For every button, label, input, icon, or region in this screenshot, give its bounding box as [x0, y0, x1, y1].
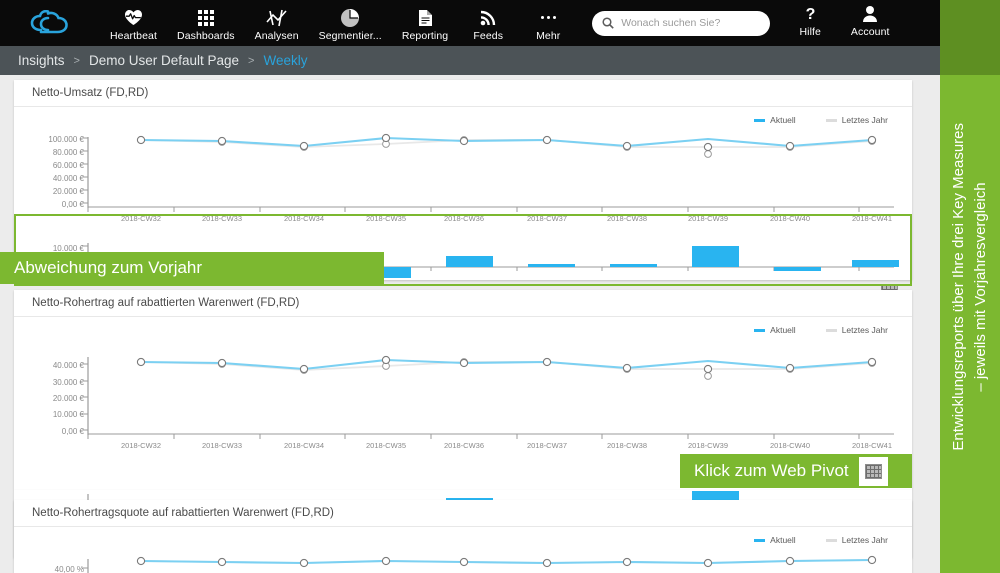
nav-right-items: ? Hilfe Account	[780, 4, 900, 42]
nav-item-label: Heartbeat	[110, 30, 158, 42]
x-tick-label: 2018-CW32	[120, 441, 162, 450]
x-tick-label: 2018-CW39	[687, 441, 729, 450]
breadcrumb-item-insights[interactable]: Insights	[18, 53, 65, 68]
x-tick-label: 2018-CW41	[851, 441, 893, 450]
side-panel-text: Entwicklungsreports über Ihre drei Key M…	[950, 122, 989, 451]
chart-netto-rohertragsquote[interactable]: Aktuell Letztes Jahr 40,00 %	[14, 527, 912, 573]
x-tick-label: 2018-CW41	[851, 214, 893, 223]
panel-title: Netto-Umsatz (FD,RD)	[14, 80, 912, 107]
ellipsis-icon	[540, 8, 556, 27]
search-input[interactable]	[621, 17, 761, 29]
nav-item-feeds[interactable]: Feeds	[458, 8, 518, 46]
x-tick-label: 2018-CW37	[526, 214, 568, 223]
nav-item-label: Mehr	[536, 30, 561, 42]
breadcrumb-separator: >	[248, 54, 255, 67]
x-tick-label: 2018-CW34	[283, 214, 325, 223]
side-panel-text-wrap: Entwicklungsreports über Ihre drei Key M…	[940, 0, 1000, 573]
pivot-callout-button[interactable]	[858, 456, 888, 486]
deviation-callout-label: Abweichung zum Vorjahr	[14, 258, 203, 277]
x-tick-label: 2018-CW40	[769, 441, 811, 450]
panel-title: Netto-Rohertrag auf rabattierten Warenwe…	[14, 290, 912, 317]
nav-item-label: Feeds	[473, 30, 504, 42]
nav-item-label: Dashboards	[177, 30, 235, 42]
nav-item-mehr[interactable]: Mehr	[518, 8, 578, 46]
nav-item-account[interactable]: Account	[840, 4, 900, 42]
nav-item-dashboards[interactable]: Dashboards	[167, 8, 245, 46]
x-tick-label: 2018-CW33	[201, 214, 243, 223]
nav-item-analysen[interactable]: Analysen	[245, 8, 309, 46]
breadcrumb-item-weekly[interactable]: Weekly	[263, 53, 307, 68]
deviation-callout[interactable]: Abweichung zum Vorjahr	[0, 252, 384, 284]
question-mark-icon: ?	[804, 4, 817, 23]
dashboard-scroll-area[interactable]: Netto-Umsatz (FD,RD) Aktuell Letztes Jah…	[0, 75, 940, 573]
breadcrumb-separator: >	[73, 54, 80, 67]
x-tick-label: 2018-CW32	[120, 214, 162, 223]
svg-text:?: ?	[805, 6, 815, 23]
x-tick-label: 2018-CW35	[365, 441, 407, 450]
x-tick-label: 2018-CW34	[283, 441, 325, 450]
panel-title: Netto-Rohertragsquote auf rabattierten W…	[14, 500, 912, 527]
app-root: Heartbeat Dashboards Analysen Segmentier…	[0, 0, 1000, 573]
x-tick-label: 2018-CW38	[606, 214, 648, 223]
rss-icon	[480, 8, 496, 27]
nav-item-heartbeat[interactable]: Heartbeat	[100, 8, 167, 46]
search-icon	[602, 17, 615, 29]
pie-chart-icon	[341, 8, 360, 27]
panel-netto-umsatz: Netto-Umsatz (FD,RD) Aktuell Letztes Jah…	[14, 80, 912, 299]
panel-netto-rohertragsquote: Netto-Rohertragsquote auf rabattierten W…	[14, 500, 912, 573]
annotation-side-panel: Entwicklungsreports über Ihre drei Key M…	[940, 0, 1000, 573]
top-navigation-bar: Heartbeat Dashboards Analysen Segmentier…	[0, 0, 940, 46]
nav-item-label: Account	[850, 26, 890, 38]
pivot-callout-label: Klick zum Web Pivot	[694, 461, 849, 480]
x-tick-label: 2018-CW36	[443, 441, 485, 450]
x-tick-label: 2018-CW40	[769, 214, 811, 223]
nav-item-label: Reporting	[401, 30, 449, 42]
nav-item-label: Segmentier...	[318, 30, 382, 42]
x-tick-label: 2018-CW33	[201, 441, 243, 450]
x-tick-label: 2018-CW36	[443, 214, 485, 223]
x-tick-label: 2018-CW38	[606, 441, 648, 450]
x-tick-label: 2018-CW35	[365, 214, 407, 223]
primary-nav-items: Heartbeat Dashboards Analysen Segmentier…	[100, 0, 578, 46]
user-icon	[862, 4, 878, 23]
x-tick-label: 2018-CW37	[526, 441, 568, 450]
nav-item-label: Hilfe	[799, 26, 821, 38]
x-tick-label: 2018-CW39	[687, 214, 729, 223]
breadcrumb-item-demo-user-default-page[interactable]: Demo User Default Page	[89, 53, 239, 68]
nav-item-label: Analysen	[254, 30, 299, 42]
line-plot-svg	[82, 555, 877, 573]
nav-item-hilfe[interactable]: ? Hilfe	[780, 4, 840, 42]
cloud-logo-icon[interactable]	[0, 10, 100, 36]
heartbeat-icon	[124, 8, 143, 27]
grid-icon	[197, 8, 214, 27]
line-chart-icon	[266, 8, 288, 27]
nav-item-segmentierung[interactable]: Segmentier...	[309, 8, 392, 46]
pivot-callout[interactable]: Klick zum Web Pivot	[680, 454, 912, 488]
search-box[interactable]	[592, 10, 771, 36]
document-icon	[418, 8, 433, 27]
pivot-table-icon-panel-2[interactable]	[864, 463, 882, 479]
nav-item-reporting[interactable]: Reporting	[392, 8, 458, 46]
breadcrumb: Insights > Demo User Default Page > Week…	[0, 46, 940, 75]
